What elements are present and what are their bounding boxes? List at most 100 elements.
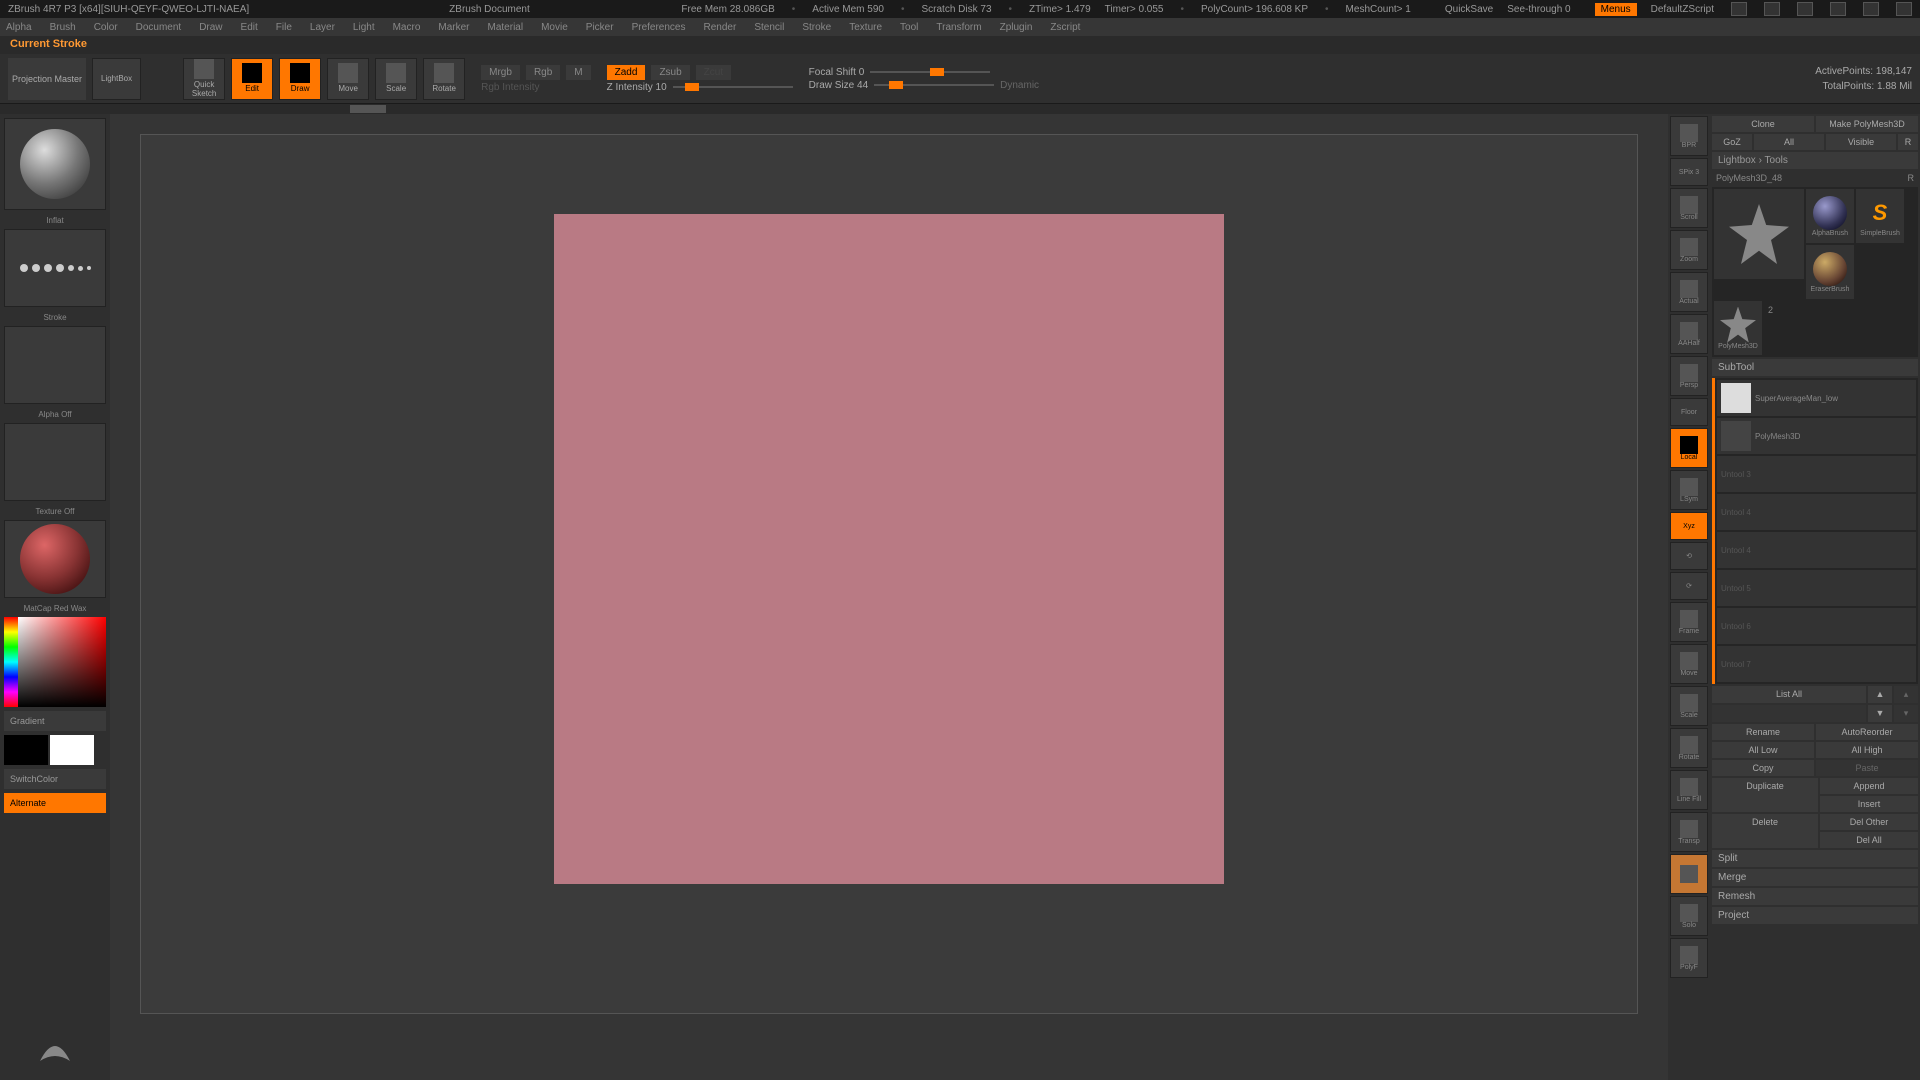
delete-button[interactable]: Delete <box>1712 814 1818 848</box>
quick-sketch-button[interactable]: Quick Sketch <box>183 58 225 100</box>
alpha-picker[interactable] <box>4 326 106 404</box>
zoom-button[interactable]: Zoom <box>1670 230 1708 270</box>
subtool-item[interactable]: Untool 7 <box>1717 646 1916 682</box>
color-secondary-swatch[interactable] <box>50 735 94 765</box>
projection-master-button[interactable]: Projection Master <box>8 58 86 100</box>
subtool-item[interactable]: PolyMesh3D <box>1717 418 1916 454</box>
subtool-item[interactable]: Untool 4 <box>1717 532 1916 568</box>
local-button[interactable]: Local <box>1670 428 1708 468</box>
menu-alpha[interactable]: Alpha <box>6 22 32 33</box>
z-intensity-slider[interactable]: Z Intensity 10 <box>607 82 667 93</box>
goz-all-button[interactable]: All <box>1754 134 1824 150</box>
nav-rotate-button[interactable]: Rotate <box>1670 728 1708 768</box>
menu-marker[interactable]: Marker <box>438 22 469 33</box>
xyz-button[interactable]: Xyz <box>1670 512 1708 540</box>
minimize-icon[interactable] <box>1830 2 1846 16</box>
goz-visible-button[interactable]: Visible <box>1826 134 1896 150</box>
default-script[interactable]: DefaultZScript <box>1651 4 1714 15</box>
lightbox-tools-header[interactable]: Lightbox › Tools <box>1712 152 1918 169</box>
texture-picker[interactable] <box>4 423 106 501</box>
solo-button[interactable]: Solo <box>1670 896 1708 936</box>
list-all-button[interactable]: List All <box>1712 686 1866 703</box>
menu-transform[interactable]: Transform <box>936 22 981 33</box>
spix-slider[interactable]: SPix 3 <box>1670 158 1708 186</box>
menu-stencil[interactable]: Stencil <box>754 22 784 33</box>
z-intensity-track[interactable] <box>673 86 793 88</box>
menu-zplugin[interactable]: Zplugin <box>1000 22 1033 33</box>
menu-draw[interactable]: Draw <box>199 22 222 33</box>
subtool-item[interactable]: SuperAverageMan_low <box>1717 380 1916 416</box>
append-button[interactable]: Append <box>1820 778 1918 794</box>
copy-button[interactable]: Copy <box>1712 760 1814 776</box>
color-main-swatch[interactable] <box>4 735 48 765</box>
paste-button[interactable]: Paste <box>1816 760 1918 776</box>
maximize-icon[interactable] <box>1863 2 1879 16</box>
shelf-handle[interactable] <box>350 105 386 113</box>
menu-preferences[interactable]: Preferences <box>632 22 686 33</box>
project-section[interactable]: Project <box>1712 907 1918 924</box>
frame-button[interactable]: Frame <box>1670 602 1708 642</box>
tool-item[interactable]: EraserBrush <box>1806 245 1854 299</box>
del-other-button[interactable]: Del Other <box>1820 814 1918 830</box>
subtool-item[interactable]: Untool 5 <box>1717 570 1916 606</box>
merge-section[interactable]: Merge <box>1712 869 1918 886</box>
focal-shift-track[interactable] <box>870 71 990 73</box>
quicksave-button[interactable]: QuickSave <box>1445 4 1493 15</box>
arrow-up-button[interactable]: ▲ <box>1868 686 1892 703</box>
persp-button[interactable]: Persp <box>1670 356 1708 396</box>
window-control-icon[interactable] <box>1764 2 1780 16</box>
canvas-content[interactable] <box>554 214 1224 884</box>
goz-r-button[interactable]: R <box>1898 134 1918 150</box>
tool-item[interactable] <box>1714 189 1804 279</box>
close-icon[interactable] <box>1896 2 1912 16</box>
rot-z[interactable]: ⟳ <box>1670 572 1708 600</box>
linefill-button[interactable]: Line Fill <box>1670 770 1708 810</box>
arrow-up-dim[interactable]: ▴ <box>1894 686 1918 703</box>
alternate-button[interactable]: Alternate <box>4 793 106 813</box>
menu-brush[interactable]: Brush <box>50 22 76 33</box>
switch-color-button[interactable]: SwitchColor <box>4 769 106 789</box>
menus-toggle[interactable]: Menus <box>1595 3 1637 16</box>
autoreorder-button[interactable]: AutoReorder <box>1816 724 1918 740</box>
rename-button[interactable]: Rename <box>1712 724 1814 740</box>
insert-button[interactable]: Insert <box>1820 796 1918 812</box>
menu-render[interactable]: Render <box>704 22 737 33</box>
m-toggle[interactable]: M <box>566 65 590 80</box>
menu-file[interactable]: File <box>276 22 292 33</box>
window-control-icon[interactable] <box>1731 2 1747 16</box>
seethrough-slider[interactable]: See-through 0 <box>1507 4 1570 15</box>
menu-texture[interactable]: Texture <box>849 22 882 33</box>
polyf-button[interactable]: PolyF <box>1670 938 1708 978</box>
lightbox-button[interactable]: LightBox <box>92 58 141 100</box>
draw-size-track[interactable] <box>874 84 994 86</box>
ghost-button[interactable] <box>1670 854 1708 894</box>
del-all-button[interactable]: Del All <box>1820 832 1918 848</box>
focal-shift-slider[interactable]: Focal Shift 0 <box>809 67 865 78</box>
menu-movie[interactable]: Movie <box>541 22 568 33</box>
menu-macro[interactable]: Macro <box>393 22 421 33</box>
menu-picker[interactable]: Picker <box>586 22 614 33</box>
menu-zscript[interactable]: Zscript <box>1050 22 1080 33</box>
draw-mode-button[interactable]: Draw <box>279 58 321 100</box>
subtool-item[interactable]: Untool 3 <box>1717 456 1916 492</box>
rot-y[interactable]: ⟲ <box>1670 542 1708 570</box>
move-mode-button[interactable]: Move <box>327 58 369 100</box>
scale-mode-button[interactable]: Scale <box>375 58 417 100</box>
subtool-header[interactable]: SubTool <box>1712 359 1918 376</box>
scroll-button[interactable]: Scroll <box>1670 188 1708 228</box>
clone-button[interactable]: Clone <box>1712 116 1814 132</box>
lsym-button[interactable]: LSym <box>1670 470 1708 510</box>
bpr-button[interactable]: BPR <box>1670 116 1708 156</box>
zadd-toggle[interactable]: Zadd <box>607 65 646 80</box>
subtool-item[interactable]: Untool 6 <box>1717 608 1916 644</box>
menu-light[interactable]: Light <box>353 22 375 33</box>
dynamic-label[interactable]: Dynamic <box>1000 80 1039 91</box>
split-section[interactable]: Split <box>1712 850 1918 867</box>
actual-button[interactable]: Actual <box>1670 272 1708 312</box>
sv-square[interactable] <box>18 617 106 707</box>
stroke-picker[interactable] <box>4 229 106 307</box>
make-polymesh3d-button[interactable]: Make PolyMesh3D <box>1816 116 1918 132</box>
transp-button[interactable]: Transp <box>1670 812 1708 852</box>
menu-document[interactable]: Document <box>136 22 182 33</box>
all-low-button[interactable]: All Low <box>1712 742 1814 758</box>
